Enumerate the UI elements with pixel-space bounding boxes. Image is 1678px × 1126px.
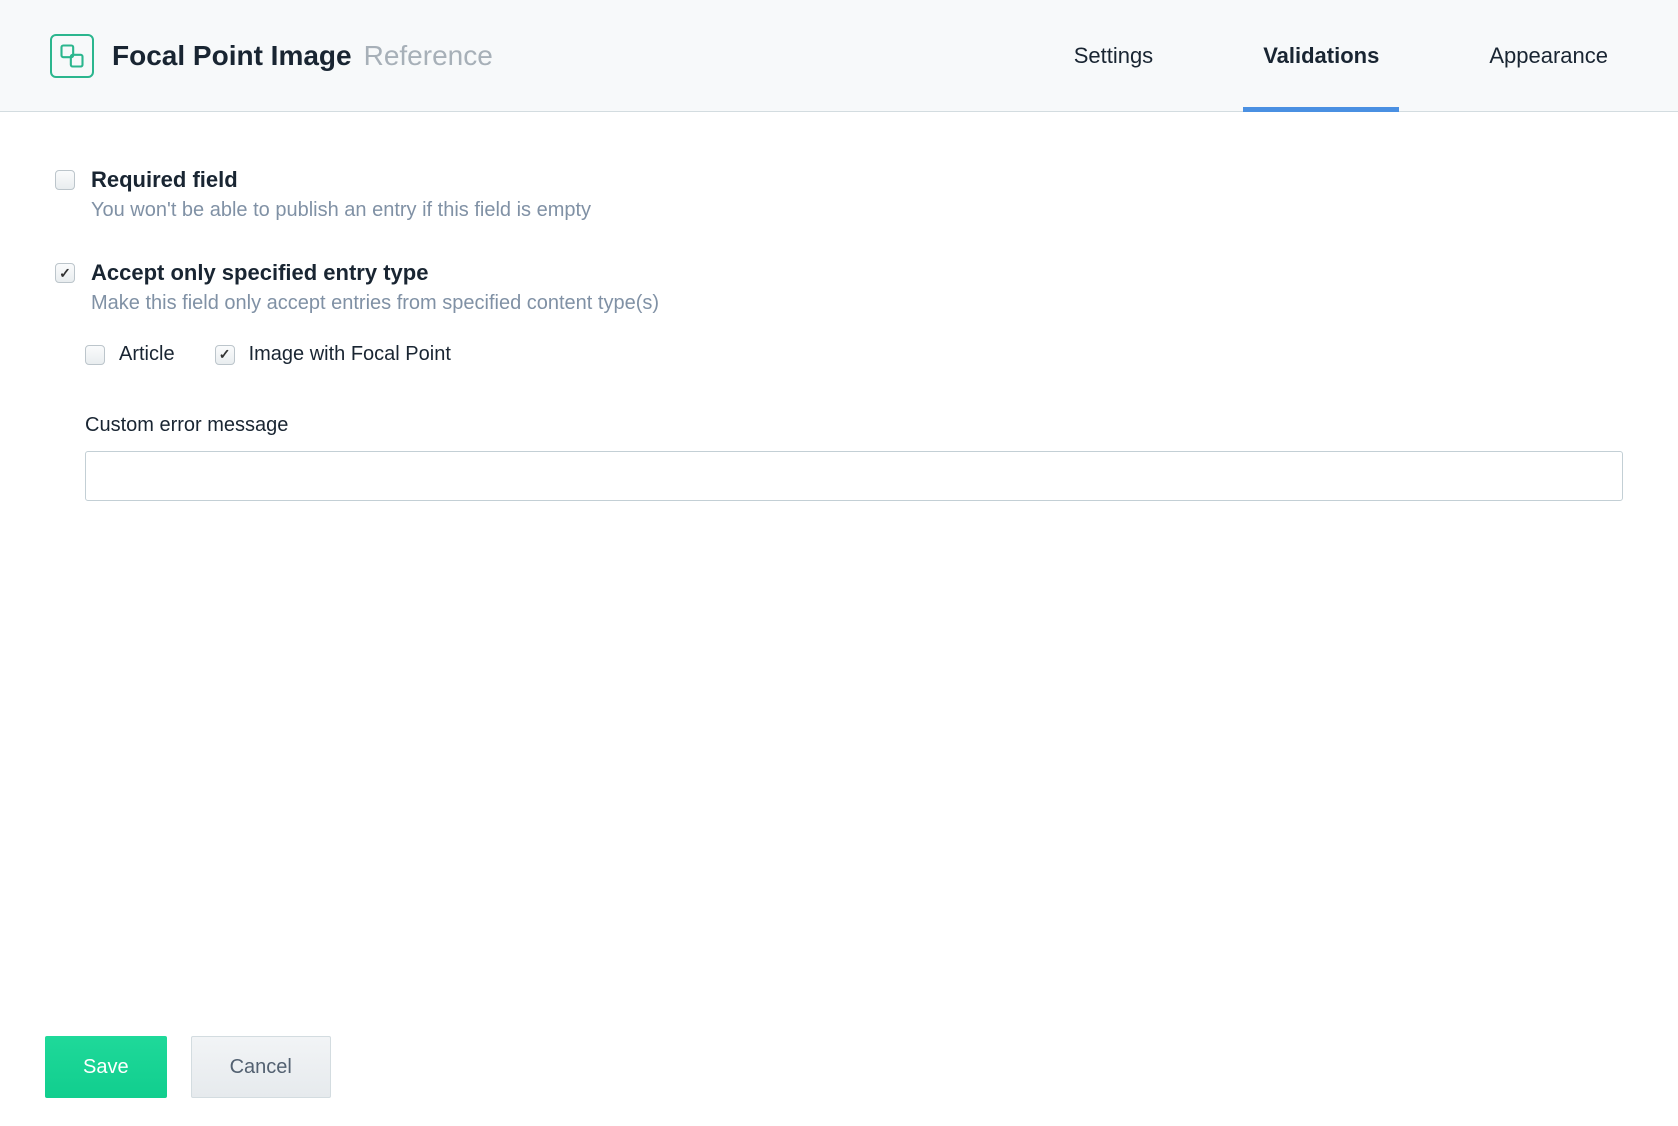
field-title: Focal Point Image (112, 40, 352, 72)
type-article-checkbox[interactable] (85, 345, 105, 365)
type-article-label: Article (119, 343, 175, 366)
accept-type-label-block: Accept only specified entry type Make th… (91, 260, 659, 315)
type-image-focal-point-checkbox[interactable] (215, 345, 235, 365)
required-description: You won't be able to publish an entry if… (91, 199, 591, 222)
custom-error-block: Custom error message (85, 414, 1623, 501)
type-options: Article Image with Focal Point (85, 343, 1623, 366)
tab-validations[interactable]: Validations (1263, 0, 1379, 111)
tab-appearance[interactable]: Appearance (1489, 0, 1608, 111)
validation-accept-type: Accept only specified entry type Make th… (55, 260, 1623, 501)
footer: Save Cancel (0, 1036, 1678, 1126)
title-block: Focal Point Image Reference (112, 40, 493, 72)
validation-required: Required field You won't be able to publ… (55, 167, 1623, 222)
content-area: Required field You won't be able to publ… (0, 112, 1678, 569)
header-left: Focal Point Image Reference (50, 34, 1074, 78)
field-type: Reference (364, 40, 493, 72)
type-option-image-focal-point: Image with Focal Point (215, 343, 451, 366)
accept-type-description: Make this field only accept entries from… (91, 292, 659, 315)
modal-header: Focal Point Image Reference Settings Val… (0, 0, 1678, 112)
required-label-block: Required field You won't be able to publ… (91, 167, 591, 222)
tab-settings[interactable]: Settings (1074, 0, 1154, 111)
save-button[interactable]: Save (45, 1036, 167, 1098)
custom-error-label: Custom error message (85, 414, 1623, 437)
type-option-article: Article (85, 343, 175, 366)
tabs: Settings Validations Appearance (1074, 0, 1608, 111)
custom-error-input[interactable] (85, 451, 1623, 501)
required-label: Required field (91, 167, 591, 193)
accept-type-checkbox[interactable] (55, 263, 75, 283)
accept-type-label: Accept only specified entry type (91, 260, 659, 286)
required-checkbox[interactable] (55, 170, 75, 190)
validation-required-header: Required field You won't be able to publ… (55, 167, 1623, 222)
type-image-focal-point-label: Image with Focal Point (249, 343, 451, 366)
reference-icon (50, 34, 94, 78)
accept-type-header: Accept only specified entry type Make th… (55, 260, 1623, 315)
cancel-button[interactable]: Cancel (191, 1036, 331, 1098)
